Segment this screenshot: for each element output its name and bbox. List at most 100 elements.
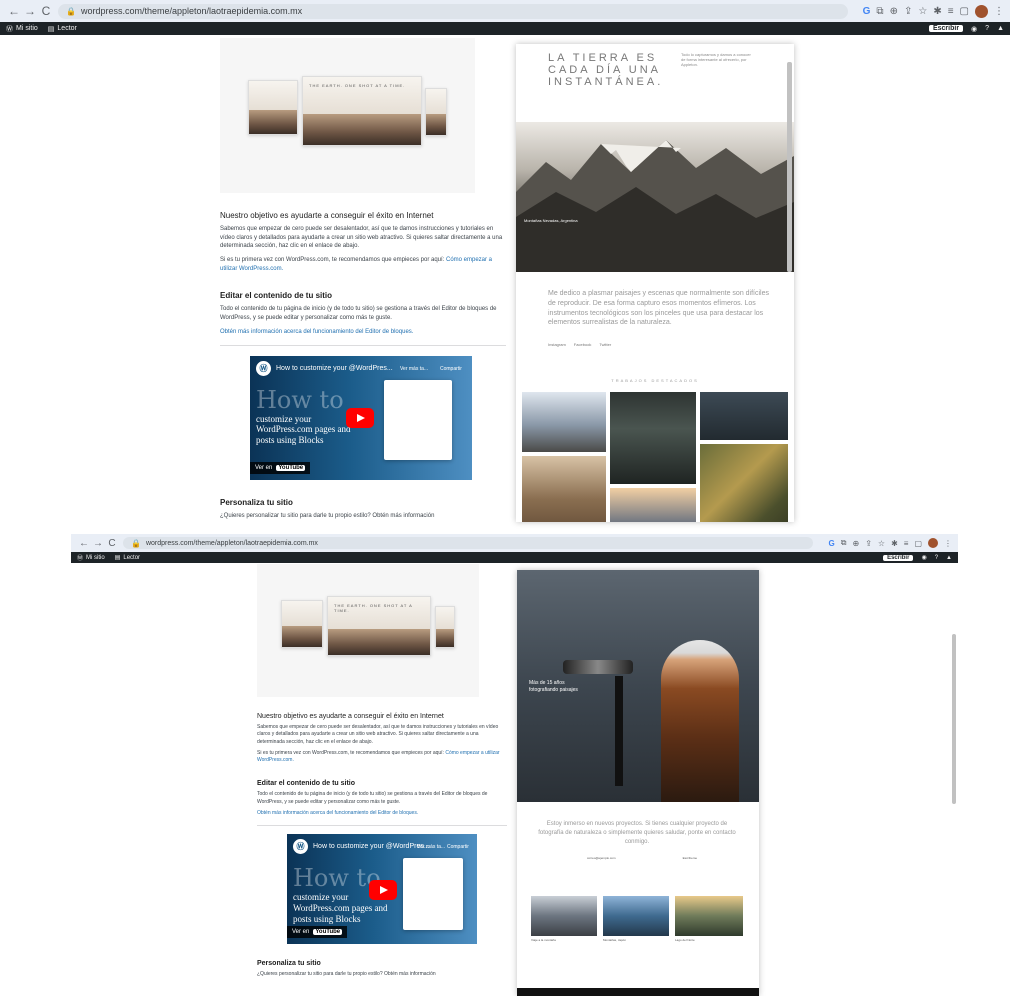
theme-preview-frame[interactable]: LA TIERRA ES CADA DÍA UNA INSTANTÁNEA. T… bbox=[516, 44, 794, 522]
help-icon[interactable]: ? bbox=[985, 25, 989, 32]
photo-dark-mountains[interactable] bbox=[700, 392, 788, 440]
channel-avatar[interactable]: Ⓦ bbox=[256, 360, 271, 376]
video-editor-panel bbox=[384, 379, 452, 460]
help-column: THE EARTH. ONE SHOT AT A TIME. Nuestro o… bbox=[257, 564, 507, 978]
zoom-icon[interactable]: ⊕ bbox=[890, 6, 898, 17]
photo-river[interactable] bbox=[610, 392, 696, 484]
wordpress-icon: Ⓦ bbox=[77, 556, 84, 562]
help-icon[interactable]: ? bbox=[935, 555, 938, 561]
intro-paragraph: Sabemos que empezar de cero puede ser de… bbox=[220, 226, 503, 250]
video-editor-panel bbox=[403, 858, 463, 930]
camera-lens bbox=[563, 660, 633, 674]
write-button[interactable]: Escribir bbox=[928, 25, 964, 32]
video-title[interactable]: How to customize your @WordPres... bbox=[276, 365, 393, 372]
reading-list-icon[interactable]: ≡ bbox=[904, 539, 909, 548]
share-icon[interactable]: ⇪ bbox=[865, 539, 872, 548]
reload-icon[interactable]: C bbox=[38, 4, 54, 18]
forward-icon[interactable]: → bbox=[91, 538, 105, 549]
customize-heading: Personaliza tu sitio bbox=[220, 497, 293, 507]
customize-heading: Personaliza tu sitio bbox=[257, 960, 321, 967]
watch-later-button[interactable]: Ver más ta... bbox=[400, 366, 428, 372]
write-button[interactable]: Escribir bbox=[883, 554, 914, 561]
share-button[interactable]: Compartir bbox=[440, 366, 462, 372]
block-editor-paragraph: Obtén más información acerca del funcion… bbox=[257, 810, 507, 817]
sidepanel-icon[interactable]: ▢ bbox=[960, 6, 969, 17]
address-bar[interactable]: 🔒 wordpress.com/theme/appleton/laotraepi… bbox=[123, 537, 813, 549]
email-link[interactable]: correo@ejemplo.com bbox=[587, 856, 616, 860]
photo-sunset[interactable] bbox=[610, 488, 696, 522]
reader-link[interactable]: ▤ Lector bbox=[48, 25, 77, 33]
divider bbox=[220, 344, 506, 346]
preview-footer bbox=[517, 988, 759, 996]
forward-icon[interactable]: → bbox=[22, 4, 38, 18]
social-twitter[interactable]: Twitter bbox=[599, 342, 611, 347]
video-big-text: How to bbox=[293, 864, 381, 892]
watch-later-button[interactable]: Ver más ta... bbox=[417, 844, 445, 850]
social-facebook[interactable]: Facebook bbox=[574, 342, 592, 347]
social-instagram[interactable]: Instagram bbox=[548, 342, 566, 347]
watch-on-youtube-button[interactable]: Ver en YouTube bbox=[287, 926, 348, 938]
reader-icon: ▤ bbox=[114, 555, 121, 561]
block-editor-paragraph: Obtén más información acerca del funcion… bbox=[220, 328, 506, 337]
video-embed[interactable]: Ⓦ How to customize your @WordPres... Ver… bbox=[287, 834, 477, 944]
star-icon[interactable]: ☆ bbox=[918, 6, 927, 17]
reload-icon[interactable]: C bbox=[105, 538, 119, 549]
share-icon[interactable]: ⇪ bbox=[904, 6, 912, 17]
profile-avatar[interactable] bbox=[928, 538, 938, 548]
video-embed[interactable]: Ⓦ How to customize your @WordPres... Ver… bbox=[250, 355, 472, 480]
sidepanel-icon[interactable]: ▢ bbox=[914, 539, 922, 548]
google-icon[interactable]: G bbox=[863, 6, 871, 17]
gallery-caption-1: Viaje a la montaña bbox=[531, 938, 556, 942]
block-editor-link[interactable]: Obtén más información acerca del funcion… bbox=[257, 810, 418, 816]
mountain-ridges bbox=[516, 140, 794, 272]
goal-heading: Nuestro objetivo es ayudarte a conseguir… bbox=[257, 713, 444, 720]
hero-side-text: Todo lo capturamos y damos a conocer de … bbox=[681, 52, 751, 68]
profile-avatar[interactable] bbox=[975, 4, 988, 18]
zoom-icon[interactable]: ⊕ bbox=[852, 539, 859, 548]
preview-scrollbar[interactable] bbox=[787, 62, 792, 272]
reader-link[interactable]: ▤ Lector bbox=[114, 554, 140, 562]
gallery-photo-2[interactable] bbox=[603, 896, 669, 936]
share-button[interactable]: Compartir bbox=[447, 844, 469, 850]
profile-icon[interactable]: ◉ bbox=[921, 554, 926, 561]
phone-preview bbox=[435, 606, 455, 648]
star-icon[interactable]: ☆ bbox=[878, 539, 885, 548]
back-icon[interactable]: ← bbox=[77, 538, 91, 549]
watch-on-youtube-button[interactable]: Ver en YouTube bbox=[250, 461, 311, 474]
notifications-icon[interactable]: ▲ bbox=[997, 25, 1004, 32]
extensions-icon[interactable]: ✱ bbox=[891, 539, 898, 548]
tripod bbox=[615, 676, 623, 786]
extensions-icon[interactable]: ✱ bbox=[933, 6, 941, 17]
play-icon[interactable] bbox=[369, 880, 397, 900]
video-title[interactable]: How to customize your @WordPres... bbox=[313, 843, 430, 850]
my-site-link[interactable]: Ⓦ Mi sitio bbox=[6, 24, 38, 34]
menu-icon[interactable]: ⋮ bbox=[944, 539, 952, 548]
customize-paragraph: ¿Quieres personalizar tu sitio para darl… bbox=[257, 971, 436, 977]
youtube-icon: YouTube bbox=[276, 464, 306, 471]
gallery-photo-3[interactable] bbox=[675, 896, 743, 936]
block-editor-link[interactable]: Obtén más información acerca del funcion… bbox=[220, 329, 413, 335]
channel-avatar[interactable]: Ⓦ bbox=[293, 839, 308, 854]
profile-icon[interactable]: ◉ bbox=[971, 25, 977, 33]
page-scrollbar[interactable] bbox=[952, 634, 956, 804]
browser-actions: G ⧉ ⊕ ⇪ ☆ ✱ ≡ ▢ ⋮ bbox=[829, 538, 952, 548]
gallery-row bbox=[531, 896, 745, 936]
translate-icon[interactable]: ⧉ bbox=[876, 6, 883, 17]
address-bar[interactable]: 🔒 wordpress.com/theme/appleton/laotraepi… bbox=[58, 3, 848, 19]
write-me-link[interactable]: Escríbeme bbox=[683, 856, 697, 860]
theme-preview-frame[interactable]: Más de 15 años fotografiando paisajes Es… bbox=[517, 570, 759, 996]
notifications-icon[interactable]: ▲ bbox=[946, 555, 952, 561]
google-icon[interactable]: G bbox=[829, 539, 835, 548]
my-site-link[interactable]: Ⓦ Mi sitio bbox=[77, 553, 105, 563]
gallery-photo-1[interactable] bbox=[531, 896, 597, 936]
photo-autumn-forest[interactable] bbox=[700, 444, 788, 522]
browser-toolbar: ← → C 🔒 wordpress.com/theme/appleton/lao… bbox=[0, 0, 1010, 22]
photo-canyon[interactable] bbox=[522, 456, 606, 522]
menu-icon[interactable]: ⋮ bbox=[994, 6, 1004, 17]
tablet-preview bbox=[248, 80, 298, 135]
reading-list-icon[interactable]: ≡ bbox=[948, 6, 954, 17]
back-icon[interactable]: ← bbox=[6, 4, 22, 18]
photo-snowy-peak[interactable] bbox=[522, 392, 606, 452]
translate-icon[interactable]: ⧉ bbox=[841, 538, 847, 548]
play-icon[interactable] bbox=[346, 407, 374, 428]
